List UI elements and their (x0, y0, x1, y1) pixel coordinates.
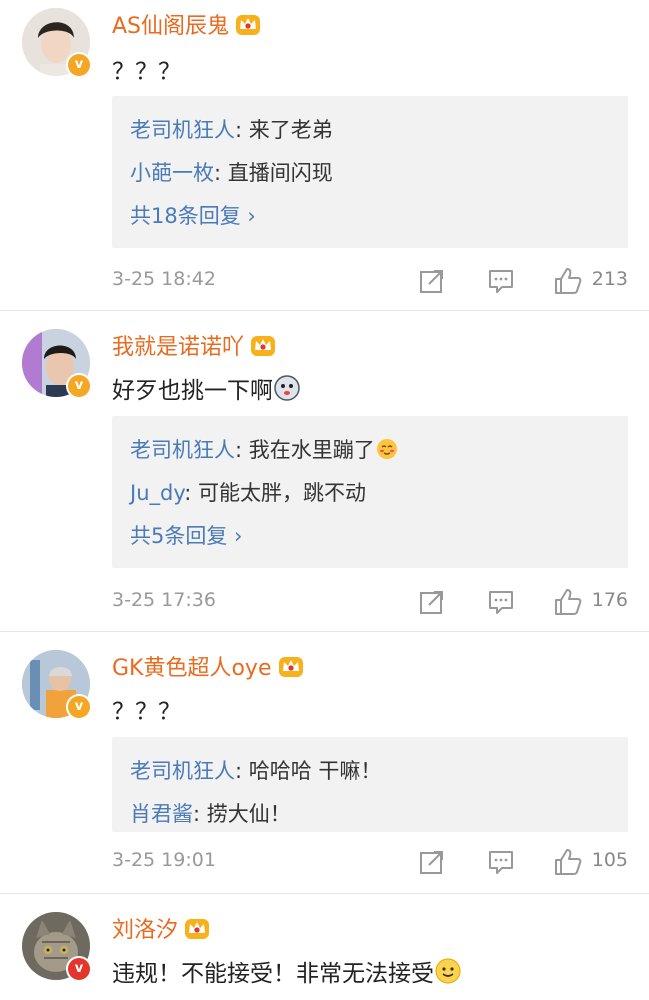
reply-item[interactable]: 小葩一枚: 直播间闪现 (130, 157, 333, 187)
replies-box[interactable]: 老司机狂人: 来了老弟 小葩一枚: 直播间闪现 共18条回复 › (112, 96, 628, 248)
reply-username[interactable]: 小葩一枚 (130, 161, 214, 185)
reply-username[interactable]: 老司机狂人 (130, 118, 235, 142)
reply-item[interactable]: 老司机狂人: 我在水里蹦了 (130, 434, 399, 464)
comment-text: ？？？ (112, 59, 181, 85)
comment-item: v GK黄色超人oye ？？？ 老司机狂人: 哈哈哈 干嘛！ 肖君酱: 捞大仙！… (0, 632, 649, 894)
reply-username[interactable]: 老司机狂人 (130, 438, 235, 462)
like-icon[interactable] (553, 266, 583, 296)
husky-emoji-icon (274, 375, 300, 401)
like-count: 105 (591, 849, 628, 871)
share-icon[interactable] (417, 847, 447, 877)
comment-item: v 我就是诺诺吖 好歹也挑一下啊 老司机狂人: 我在水里蹦了 Ju_dy: 可能… (0, 311, 649, 631)
comment-meta: 3-25 18:42 213 (112, 266, 628, 296)
comment-icon[interactable] (486, 266, 516, 296)
username[interactable]: GK黄色超人oye (112, 650, 304, 682)
username[interactable]: 我就是诺诺吖 (112, 329, 276, 361)
more-replies-link[interactable]: 共18条回复 › (130, 200, 256, 230)
replies-box[interactable]: 老司机狂人: 我在水里蹦了 Ju_dy: 可能太胖，跳不动 共5条回复 › (112, 416, 628, 568)
reply-text: : 直播间闪现 (214, 161, 333, 185)
reply-text: : 可能太胖，跳不动 (184, 481, 366, 505)
replies-box[interactable]: 老司机狂人: 哈哈哈 干嘛！ 肖君酱: 捞大仙！ (112, 737, 628, 832)
vip-crown-icon (184, 916, 210, 940)
verified-badge-icon: v (66, 52, 92, 78)
reply-text: : 来了老弟 (235, 118, 333, 142)
like-count: 176 (591, 589, 628, 611)
username[interactable]: 刘洛汐 (112, 912, 210, 944)
reply-item[interactable]: Ju_dy: 可能太胖，跳不动 (130, 477, 366, 507)
like-count: 213 (591, 268, 628, 290)
comment-item: v AS仙阁辰鬼 ？？？ 老司机狂人: 来了老弟 小葩一枚: 直播间闪现 共18… (0, 0, 649, 310)
reply-username[interactable]: 老司机狂人 (130, 759, 235, 783)
verified-badge-icon: v (66, 373, 92, 399)
like-icon[interactable] (553, 587, 583, 617)
reply-item[interactable]: 老司机狂人: 来了老弟 (130, 114, 333, 144)
share-icon[interactable] (417, 587, 447, 617)
reply-text: : 哈哈哈 干嘛！ (235, 759, 382, 783)
share-icon[interactable] (417, 266, 447, 296)
comment-icon[interactable] (486, 847, 516, 877)
vip-crown-icon (235, 12, 261, 36)
smile-emoji-icon (435, 958, 461, 984)
timestamp: 3-25 19:01 (112, 849, 216, 871)
reply-text: : 我在水里蹦了 (235, 438, 375, 462)
username[interactable]: AS仙阁辰鬼 (112, 8, 261, 40)
comment-text: 违规！不能接受！非常无法接受 (112, 954, 462, 988)
vip-crown-icon (250, 333, 276, 357)
timestamp: 3-25 18:42 (112, 268, 216, 290)
reply-item[interactable]: 老司机狂人: 哈哈哈 干嘛！ (130, 755, 381, 785)
more-replies-link[interactable]: 共5条回复 › (130, 520, 242, 550)
comment-item: v 刘洛汐 违规！不能接受！非常无法接受 (0, 894, 649, 1000)
vip-crown-icon (278, 654, 304, 678)
comment-meta: 3-25 17:36 176 (112, 587, 628, 617)
reply-text: : 捞大仙！ (193, 802, 291, 826)
verified-badge-icon: v (66, 956, 92, 982)
like-icon[interactable] (553, 847, 583, 877)
smile-emoji-icon (376, 439, 397, 459)
verified-badge-icon: v (66, 694, 92, 720)
comment-meta: 3-25 19:01 105 (112, 847, 628, 877)
reply-username[interactable]: 肖君酱 (130, 802, 193, 826)
comment-text: ？？？ (112, 699, 181, 725)
timestamp: 3-25 17:36 (112, 589, 216, 611)
comment-text-body: 违规！不能接受！非常无法接受 (112, 961, 434, 987)
comment-text-body: 好歹也挑一下啊 (112, 378, 273, 404)
reply-item[interactable]: 肖君酱: 捞大仙！ (130, 798, 291, 828)
comment-text: 好歹也挑一下啊 (112, 371, 301, 405)
reply-username[interactable]: Ju_dy (130, 481, 184, 505)
comment-icon[interactable] (486, 587, 516, 617)
